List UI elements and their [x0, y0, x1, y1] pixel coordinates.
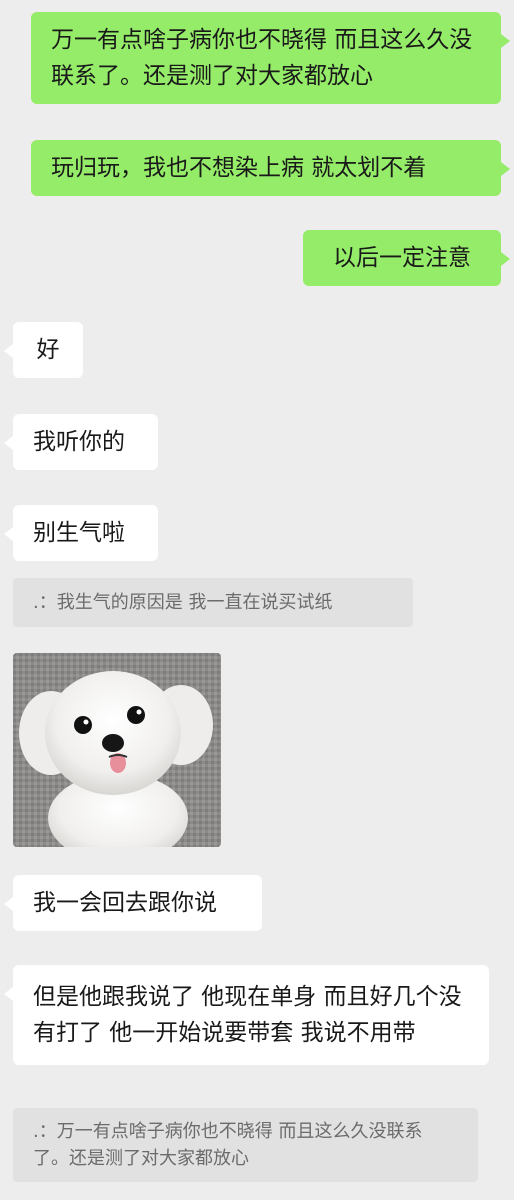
sticker-image[interactable] [13, 653, 221, 847]
message-bubble-outgoing[interactable]: 玩归玩，我也不想染上病 就太划不着 [31, 140, 510, 196]
message-bubble-incoming[interactable]: 但是他跟我说了 他现在单身 而且好几个没有打了 他一开始说要带套 我说不用带 [4, 965, 489, 1065]
message-bubble-outgoing[interactable]: 以后一定注意 [303, 230, 510, 286]
message-bubble-outgoing[interactable]: 万一有点啥子病你也不晓得 而且这么久没联系了。还是测了对大家都放心 [31, 12, 510, 104]
message-bubble-incoming[interactable]: 我一会回去跟你说 [4, 875, 262, 931]
message-bubble-incoming[interactable]: 别生气啦 [4, 505, 158, 561]
message-bubble-incoming[interactable]: 好 [4, 322, 83, 378]
quoted-reply[interactable]: .：万一有点啥子病你也不晓得 而且这么久没联系了。还是测了对大家都放心 [13, 1108, 478, 1182]
quoted-reply[interactable]: .：我生气的原因是 我一直在说买试纸 [13, 578, 413, 627]
message-bubble-incoming[interactable]: 我听你的 [4, 414, 158, 470]
puppy-sticker-icon [13, 653, 221, 847]
